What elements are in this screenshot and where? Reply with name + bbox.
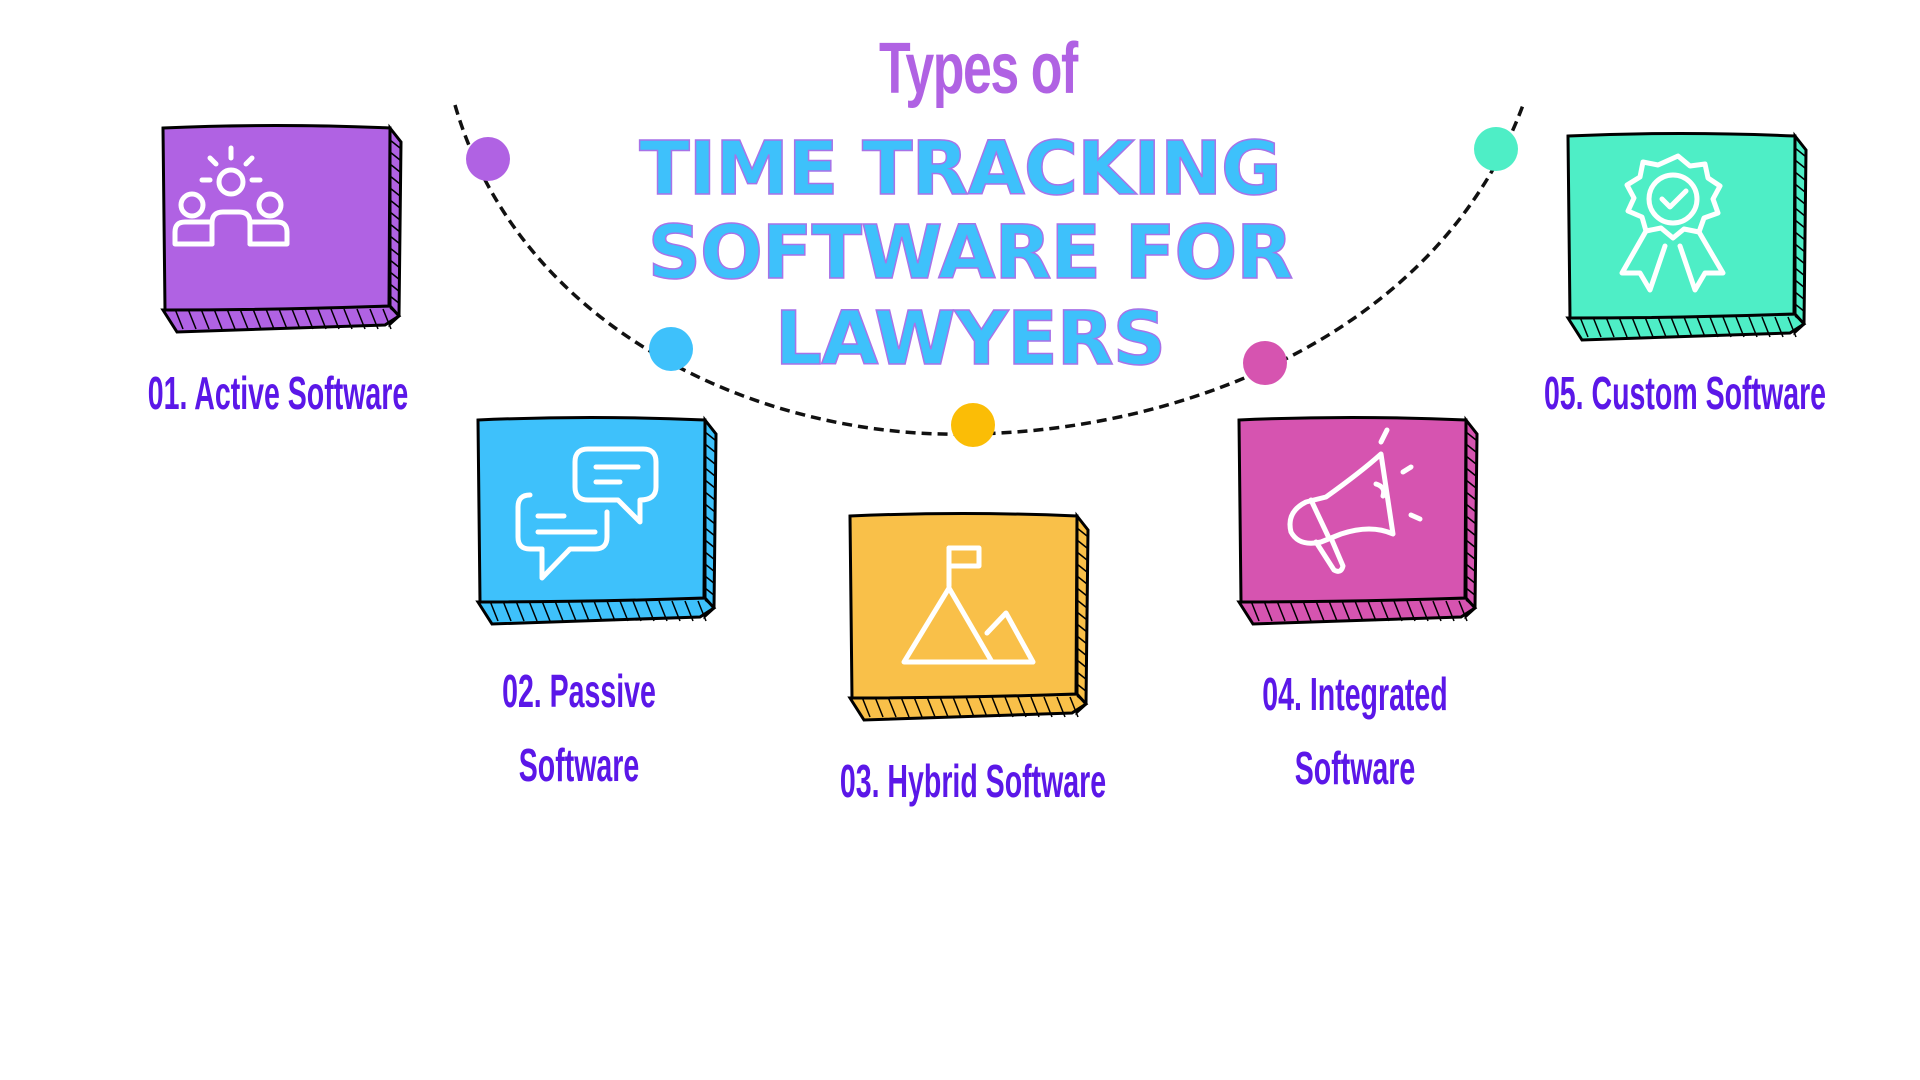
- label-line: 05. Custom Software: [1543, 367, 1827, 419]
- label-integrated-software: 04. Integrated Software: [1169, 657, 1541, 805]
- label-line: Software: [518, 739, 640, 791]
- label-line: 03. Hybrid Software: [839, 755, 1107, 807]
- card-active-software[interactable]: [155, 120, 405, 334]
- label-custom-software: 05. Custom Software: [1499, 356, 1871, 430]
- card-passive-software[interactable]: [470, 412, 720, 626]
- label-passive-software: 02. Passive Software: [393, 654, 765, 802]
- label-hybrid-software: 03. Hybrid Software: [787, 744, 1159, 818]
- timeline-dot-3: [951, 403, 995, 447]
- label-line: 01. Active Software: [147, 367, 409, 419]
- label-active-software: 01. Active Software: [92, 356, 464, 430]
- label-line: 04. Integrated: [1262, 668, 1448, 720]
- title-types-of: Types of: [879, 29, 1078, 109]
- label-line: Software: [1294, 742, 1416, 794]
- label-line: 02. Passive: [502, 665, 656, 717]
- card-integrated-software[interactable]: [1231, 412, 1481, 626]
- card-custom-software[interactable]: [1560, 128, 1810, 342]
- card-hybrid-software[interactable]: [842, 508, 1092, 722]
